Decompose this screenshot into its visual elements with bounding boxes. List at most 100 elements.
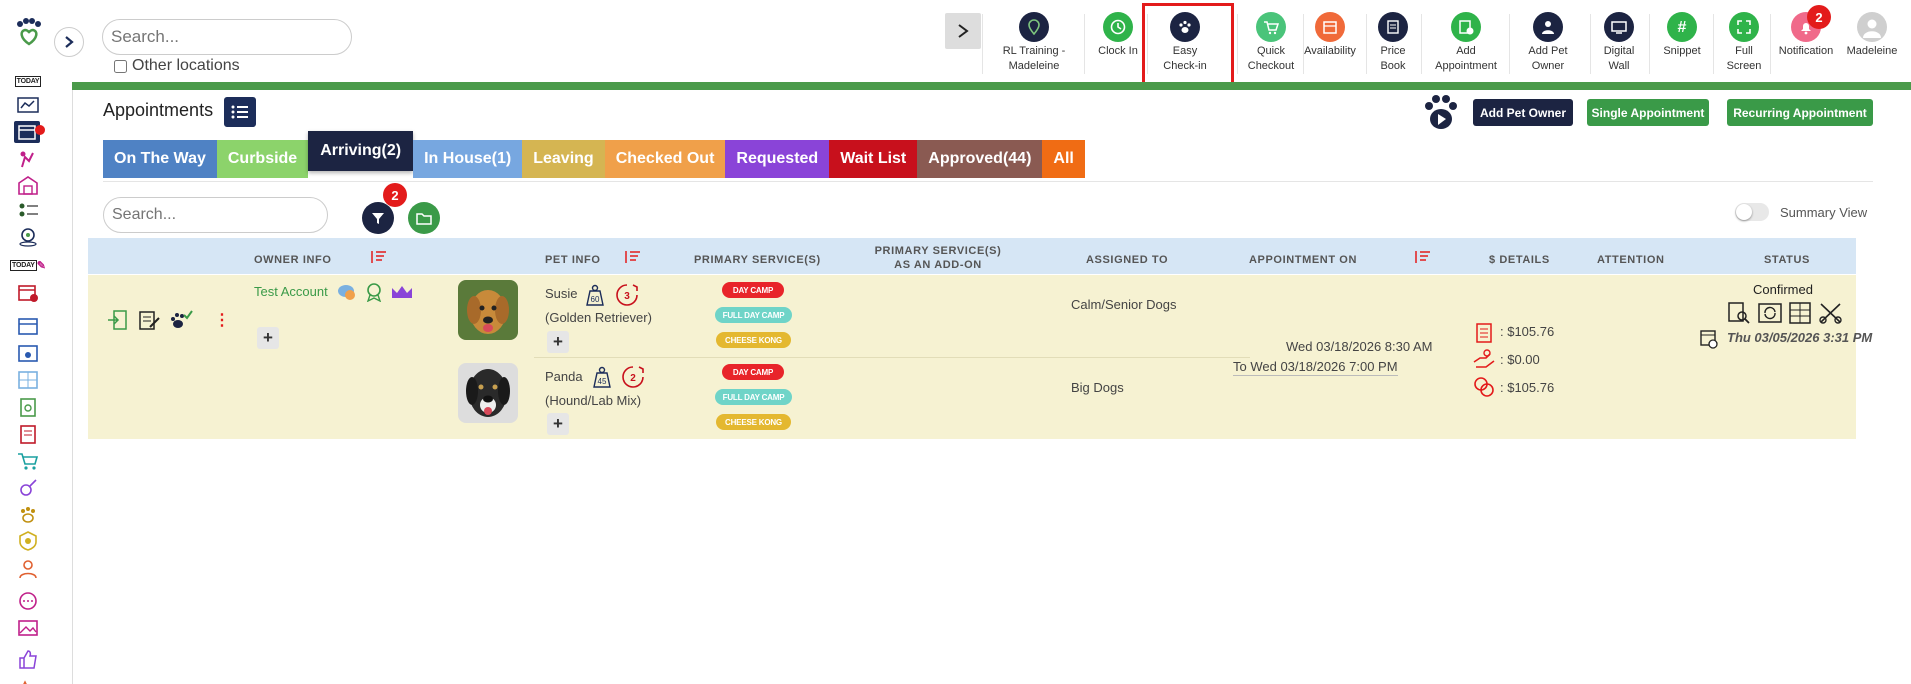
availability-button[interactable]: Availability xyxy=(1300,12,1360,59)
full-screen-button[interactable]: Full Screen xyxy=(1723,12,1765,74)
invoice-icon[interactable] xyxy=(1474,322,1494,349)
thumbs-up-icon[interactable] xyxy=(16,648,40,670)
folder-button[interactable] xyxy=(408,202,440,234)
notification-label: Notification xyxy=(1778,45,1834,57)
calendar-users-icon[interactable] xyxy=(16,342,40,364)
pet-info-header[interactable]: PET INFO xyxy=(545,253,601,267)
sort-icon[interactable] xyxy=(1413,249,1431,265)
tab-arriving[interactable]: Arriving(2) xyxy=(308,131,414,171)
award-icon[interactable] xyxy=(365,282,383,307)
document-icon xyxy=(1378,12,1408,42)
toggle-toolbar-button[interactable] xyxy=(945,13,981,49)
clock-in-button[interactable]: Clock In xyxy=(1096,12,1140,59)
pet-photo[interactable] xyxy=(458,280,518,340)
appointment-on-header[interactable]: APPOINTMENT ON xyxy=(1249,253,1357,267)
invoice-icon[interactable] xyxy=(16,423,40,445)
kennel-icon[interactable] xyxy=(16,174,40,196)
staff-list-icon[interactable] xyxy=(16,200,40,222)
digital-wall-button[interactable]: Digital Wall xyxy=(1598,12,1640,74)
location-pin-icon[interactable] xyxy=(16,226,40,248)
tab-wait-list[interactable]: Wait List xyxy=(829,140,918,178)
service-pill: FULL DAY CAMP xyxy=(715,307,792,323)
gallery-icon[interactable] xyxy=(16,617,40,639)
location-pin-icon xyxy=(1019,12,1049,42)
calendar-edit-icon[interactable] xyxy=(16,282,40,304)
appointment-search-input[interactable] xyxy=(103,197,328,233)
other-locations-label: Other locations xyxy=(132,57,240,74)
dashboard-icon[interactable] xyxy=(16,95,40,117)
pet-name[interactable]: Panda xyxy=(545,369,583,384)
sort-icon[interactable] xyxy=(623,249,641,265)
view-report-icon[interactable] xyxy=(1727,301,1751,330)
calendar-icon[interactable] xyxy=(16,315,40,337)
paw-play-icon[interactable] xyxy=(1421,94,1461,132)
tab-on-the-way[interactable]: On The Way xyxy=(103,140,217,178)
user-profile-button[interactable]: Madeleine xyxy=(1842,12,1902,59)
more-sidebar-icon[interactable] xyxy=(16,674,40,684)
list-view-button[interactable] xyxy=(224,97,256,127)
summary-view-toggle[interactable] xyxy=(1735,203,1769,221)
filter-button[interactable] xyxy=(362,202,394,234)
owner-info-header[interactable]: OWNER INFO xyxy=(254,253,332,267)
pet-visit-count: 3 xyxy=(624,291,630,302)
tab-approved[interactable]: Approved(44) xyxy=(917,140,1043,178)
expand-sidebar-button[interactable] xyxy=(54,27,84,57)
today-tools-icon[interactable]: TODAY ✎ xyxy=(10,254,46,276)
add-pet-owner-top-button[interactable]: Add Pet Owner xyxy=(1515,12,1581,74)
paw-check-icon[interactable] xyxy=(169,309,193,336)
app-logo-icon[interactable] xyxy=(14,18,44,46)
check-in-icon[interactable] xyxy=(106,309,128,336)
recurring-appointment-button[interactable]: Recurring Appointment xyxy=(1727,99,1873,126)
tab-in-house[interactable]: In House(1) xyxy=(413,140,523,178)
floor-plan-icon[interactable] xyxy=(16,369,40,391)
grooming-tools-icon[interactable] xyxy=(1818,301,1844,330)
full-screen-label: Full Screen xyxy=(1726,45,1762,72)
kennel-assign-icon[interactable] xyxy=(1788,301,1812,330)
coins-icon[interactable] xyxy=(1473,376,1495,403)
calendar-clock-icon xyxy=(1699,328,1719,355)
snippet-button[interactable]: # Snippet xyxy=(1657,12,1707,59)
chat-bubble-icon[interactable] xyxy=(337,283,357,306)
single-appointment-button[interactable]: Single Appointment xyxy=(1587,99,1709,126)
more-options-icon[interactable]: ⋮ xyxy=(214,310,230,330)
shopping-cart-icon[interactable] xyxy=(16,450,40,472)
pet-photo[interactable] xyxy=(458,363,518,423)
add-pet-owner-button[interactable]: Add Pet Owner xyxy=(1473,99,1573,126)
tab-leaving[interactable]: Leaving xyxy=(522,140,605,178)
paw-menu-icon[interactable] xyxy=(16,504,40,526)
price-book-button[interactable]: Price Book xyxy=(1373,12,1413,74)
edit-document-icon[interactable] xyxy=(138,309,160,336)
quick-checkout-button[interactable]: Quick Checkout xyxy=(1243,12,1299,74)
tab-requested[interactable]: Requested xyxy=(725,140,830,178)
attention-header: ATTENTION xyxy=(1597,254,1665,266)
location-selector-button[interactable]: RL Training - Madeleine xyxy=(994,12,1074,74)
today-icon[interactable]: TODAY xyxy=(14,70,42,92)
add-owner-note-button[interactable]: + xyxy=(257,327,279,349)
hash-icon: # xyxy=(1667,12,1697,42)
grooming-icon[interactable] xyxy=(16,148,40,170)
tab-all[interactable]: All xyxy=(1042,140,1085,178)
add-pet-note-button[interactable]: + xyxy=(547,413,569,435)
owner-name-link[interactable]: Test Account xyxy=(254,284,328,299)
paid-amount: : $0.00 xyxy=(1500,352,1540,367)
pet-tag-icon[interactable] xyxy=(16,477,40,499)
pet-name[interactable]: Susie xyxy=(545,286,578,301)
visit-count-icon: 2 xyxy=(621,365,645,394)
sort-icon[interactable] xyxy=(369,249,387,265)
chat-icon[interactable] xyxy=(16,590,40,612)
payment-hand-icon[interactable] xyxy=(1472,348,1496,375)
tab-checked-out[interactable]: Checked Out xyxy=(604,140,726,178)
reschedule-icon[interactable] xyxy=(1757,301,1783,330)
tab-curbside[interactable]: Curbside xyxy=(216,140,309,178)
checklist-icon[interactable] xyxy=(16,396,40,418)
add-appointment-button[interactable]: Add Appointment xyxy=(1428,12,1504,74)
appointments-calendar-icon[interactable] xyxy=(14,121,45,143)
global-search-input[interactable] xyxy=(102,19,352,55)
other-locations-checkbox[interactable] xyxy=(114,59,127,73)
other-locations-checkbox-label[interactable]: Other locations xyxy=(114,57,240,75)
user-icon[interactable] xyxy=(16,558,40,580)
assigned-playgroup: Big Dogs xyxy=(1071,380,1124,395)
badge-icon[interactable] xyxy=(16,530,40,552)
quick-checkout-label: Quick Checkout xyxy=(1247,45,1295,72)
add-pet-note-button[interactable]: + xyxy=(547,331,569,353)
